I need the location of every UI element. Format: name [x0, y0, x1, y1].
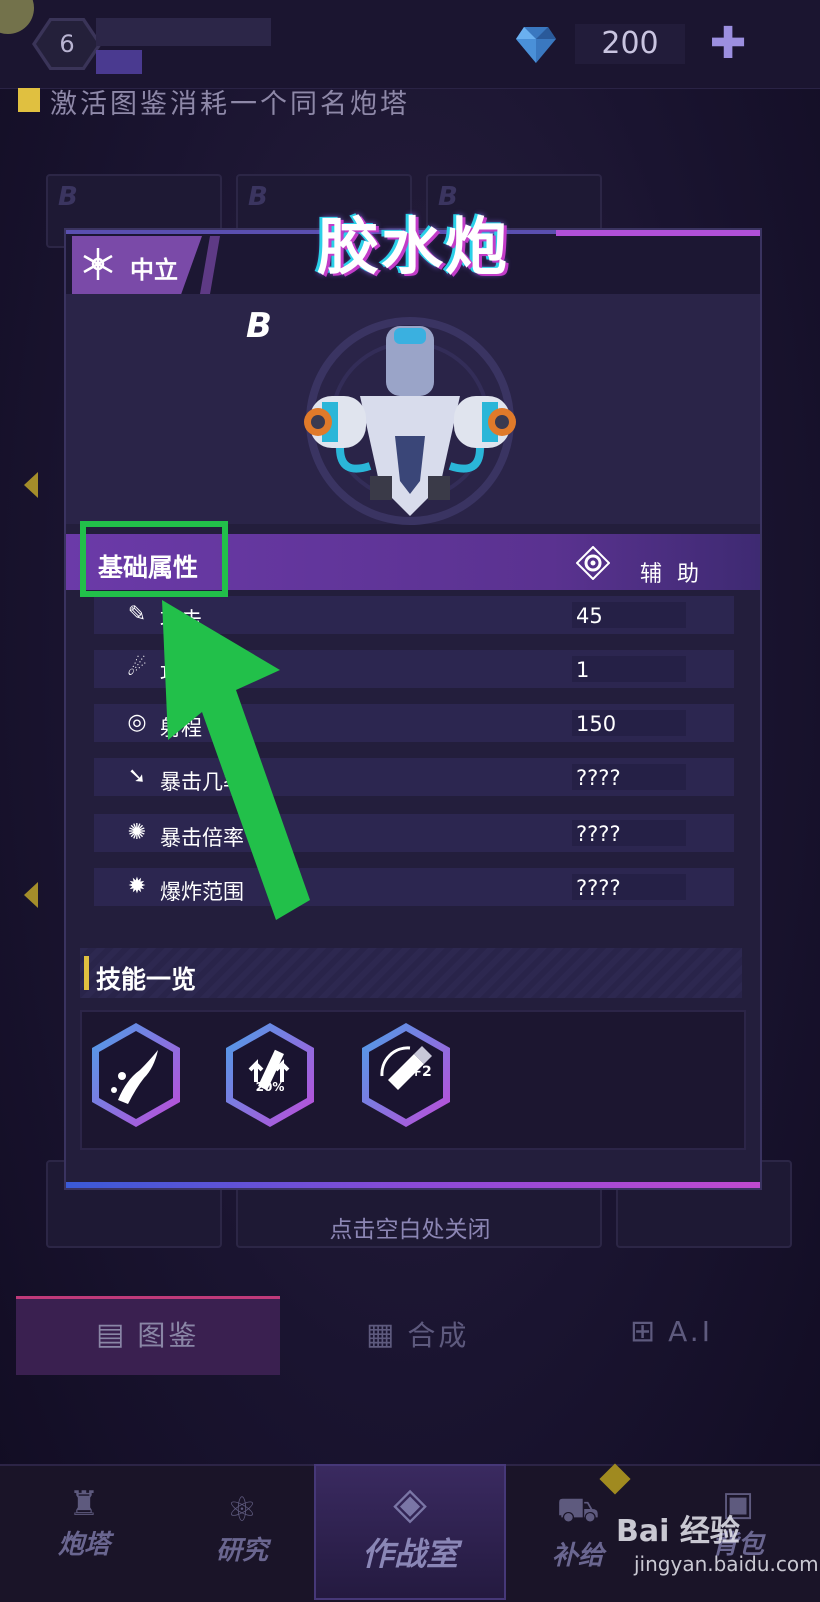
glue-cannon-tower-image [304, 317, 516, 525]
gear-icon [576, 546, 610, 580]
card-grade: B [248, 182, 268, 212]
diamond-frame-icon: ◈ [393, 1478, 427, 1529]
arrow-icon [162, 600, 310, 920]
modal-bottom-rule [66, 1182, 760, 1188]
attribute-value: ???? [576, 822, 621, 846]
tower-name: 胶水炮 [316, 210, 509, 283]
attribute-value: 45 [576, 604, 603, 628]
glue-splash-icon[interactable] [88, 1020, 184, 1130]
cart-icon: ⛟ [556, 1490, 600, 1530]
rarity-grade: B [246, 306, 272, 346]
gem-count: 200 [575, 24, 685, 64]
watermark-url: jingyan.baidu.com [634, 1552, 819, 1576]
turret-icon: ♜ [68, 1484, 100, 1524]
close-hint[interactable]: 点击空白处关闭 [0, 1210, 820, 1244]
watermark-brand: Bai 经验 [616, 1514, 740, 1549]
attribute-value: ???? [576, 876, 621, 900]
nav-item-turret[interactable]: ♜ 炮塔 [36, 1484, 132, 1561]
skill-badge: +2 [410, 1064, 432, 1080]
speed-up-icon[interactable] [222, 1020, 318, 1130]
nav-item-research[interactable]: ⚛ 研究 [194, 1490, 290, 1567]
atom-icon: ⚛ [226, 1490, 258, 1530]
faction-label: 中立 [130, 256, 178, 284]
xp-bar [96, 18, 271, 46]
diamond-icon [516, 27, 556, 63]
skill-badge: 20% [255, 1080, 285, 1094]
side-arrow-icon [24, 882, 38, 908]
chip-icon: ⊞ [630, 1314, 659, 1349]
attribute-value: ???? [576, 766, 621, 790]
nav-label: 研究 [215, 1536, 268, 1566]
skills-title: 技能一览 [96, 965, 197, 994]
nav-label: 炮塔 [57, 1530, 110, 1560]
tab-label: 合成 [407, 1319, 470, 1352]
nav-item-war-room[interactable]: ◈ 作战室 [326, 1478, 494, 1575]
skills-accent [84, 956, 89, 990]
snowflake-icon [83, 248, 113, 280]
attribute-value: 150 [576, 712, 617, 736]
tab-codex-content[interactable]: ▤ 图鉴 [96, 1314, 199, 1354]
nav-label: 补给 [551, 1541, 604, 1571]
nav-item-supply[interactable]: ⛟ 补给 [530, 1490, 626, 1572]
highlight-box [80, 521, 228, 597]
tab-ai[interactable]: ⊞ A.I [630, 1314, 713, 1349]
tab-merge[interactable]: ▦ 合成 [366, 1314, 469, 1354]
activate-hint: 激活图鉴消耗一个同名炮塔 [50, 89, 410, 120]
header-accent [556, 230, 760, 236]
add-gems-button[interactable]: ✚ [708, 22, 748, 66]
xp-fill [96, 50, 142, 74]
book-icon: ▤ [96, 1316, 128, 1352]
side-arrow-icon [24, 472, 38, 498]
grid-icon: ▦ [366, 1316, 398, 1352]
level-value: 6 [36, 21, 98, 67]
nav-label: 作战室 [361, 1535, 458, 1573]
role-label: 辅 助 [640, 562, 703, 587]
plus-icon: ✚ [709, 18, 747, 69]
tab-label: 图鉴 [137, 1319, 200, 1352]
attribute-value: 1 [576, 658, 590, 682]
tab-label: A.I [668, 1315, 713, 1348]
hint-marker-icon [18, 88, 40, 112]
card-grade: B [58, 182, 78, 212]
